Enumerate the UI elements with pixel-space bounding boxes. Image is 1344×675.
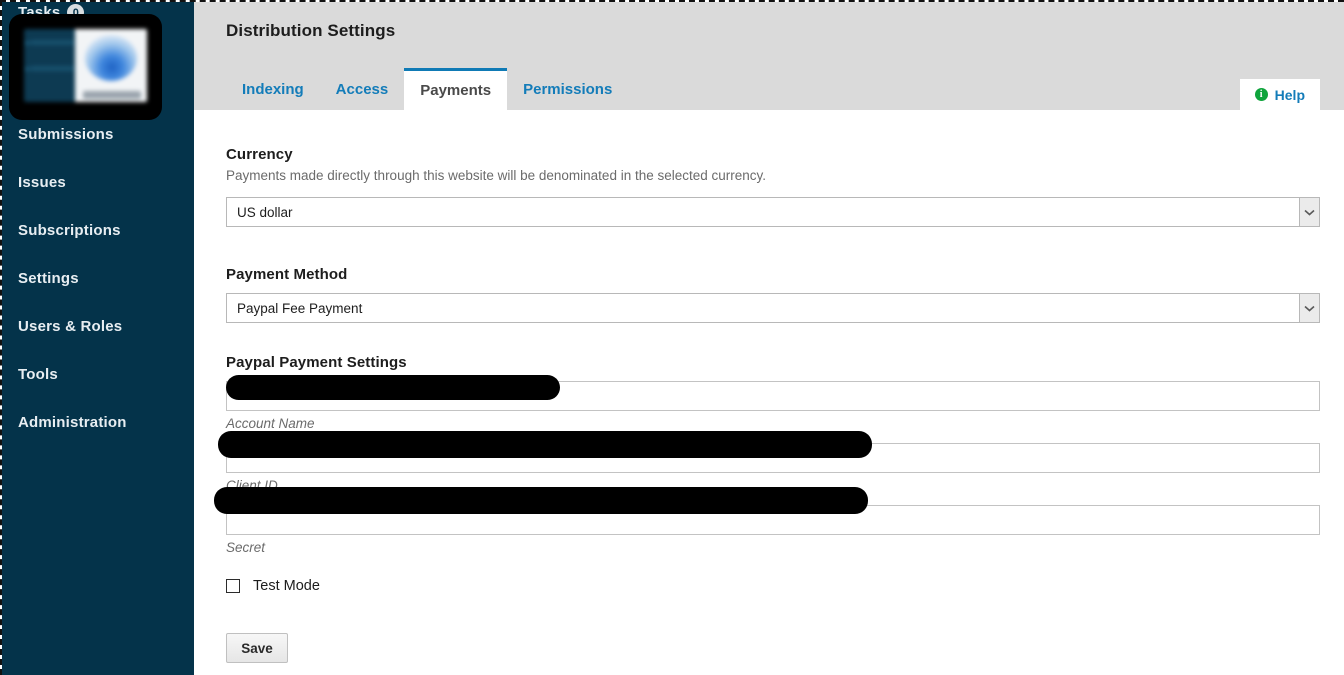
sidebar-item-label: Users & Roles	[18, 318, 123, 335]
payment-method-heading: Payment Method	[226, 266, 348, 283]
payment-method-select-value: Paypal Fee Payment	[237, 300, 363, 316]
currency-description: Payments made directly through this webs…	[226, 168, 767, 183]
redaction-overlay-account-name	[226, 375, 560, 400]
redaction-overlay-client-id	[218, 431, 872, 458]
sidebar-item-label: Issues	[18, 174, 66, 191]
page-title: Distribution Settings	[226, 21, 396, 40]
test-mode-checkbox-row[interactable]: Test Mode	[226, 578, 320, 594]
sidebar-item-administration[interactable]: Administration	[18, 414, 127, 431]
save-button[interactable]: Save	[226, 633, 288, 663]
page-header: Distribution Settings Indexing Access Pa…	[194, 2, 1344, 110]
tab-label: Indexing	[242, 80, 304, 98]
chevron-down-icon[interactable]	[1299, 294, 1319, 322]
info-icon: i	[1254, 88, 1268, 101]
payment-method-section: Payment Method Paypal Fee Payment	[226, 266, 1320, 323]
tab-payments[interactable]: Payments	[404, 68, 508, 110]
sidebar-item-settings[interactable]: Settings	[18, 270, 79, 287]
currency-heading: Currency	[226, 146, 293, 163]
sidebar-item-label: Tools	[18, 366, 58, 383]
sidebar-item-tools[interactable]: Tools	[18, 366, 58, 383]
tab-label: Access	[335, 80, 389, 98]
test-mode-checkbox[interactable]	[226, 579, 240, 593]
currency-select-value: US dollar	[237, 204, 293, 220]
sidebar-item-issues[interactable]: Issues	[18, 174, 66, 191]
blurred-thumbnail	[24, 29, 147, 102]
main-content: Currency Payments made directly through …	[194, 110, 1344, 675]
redaction-overlay-logo	[9, 14, 162, 120]
test-mode-label: Test Mode	[253, 578, 320, 594]
sidebar: Tasks 0 Submissions Issues Subscriptions…	[2, 2, 194, 675]
app-window: Tasks 0 Submissions Issues Subscriptions…	[0, 0, 1344, 675]
secret-label: Secret	[226, 540, 266, 555]
redaction-overlay-secret	[214, 487, 868, 514]
account-name-label: Account Name	[226, 416, 315, 431]
help-button[interactable]: i Help	[1239, 79, 1320, 110]
chevron-down-icon[interactable]	[1299, 198, 1319, 226]
tab-label: Payments	[420, 82, 492, 99]
paypal-settings-heading: Paypal Payment Settings	[226, 354, 407, 371]
sidebar-item-label: Submissions	[18, 126, 114, 143]
tab-indexing[interactable]: Indexing	[226, 68, 320, 110]
tab-access[interactable]: Access	[320, 68, 405, 110]
tab-bar: Indexing Access Payments Permissions	[226, 68, 628, 110]
sidebar-item-label: Administration	[18, 414, 127, 431]
sidebar-item-subscriptions[interactable]: Subscriptions	[18, 222, 121, 239]
tab-permissions[interactable]: Permissions	[507, 68, 628, 110]
payment-method-select[interactable]: Paypal Fee Payment	[226, 293, 1320, 323]
sidebar-item-label: Settings	[18, 270, 79, 287]
globe-logo-icon	[85, 35, 137, 81]
currency-select[interactable]: US dollar	[226, 197, 1320, 227]
sidebar-item-users-roles[interactable]: Users & Roles	[18, 318, 122, 335]
tab-label: Permissions	[523, 80, 613, 98]
sidebar-item-label: Subscriptions	[18, 222, 121, 239]
help-label: Help	[1274, 86, 1305, 103]
sidebar-item-submissions[interactable]: Submissions	[18, 126, 114, 143]
currency-section: Currency Payments made directly through …	[226, 146, 1320, 227]
